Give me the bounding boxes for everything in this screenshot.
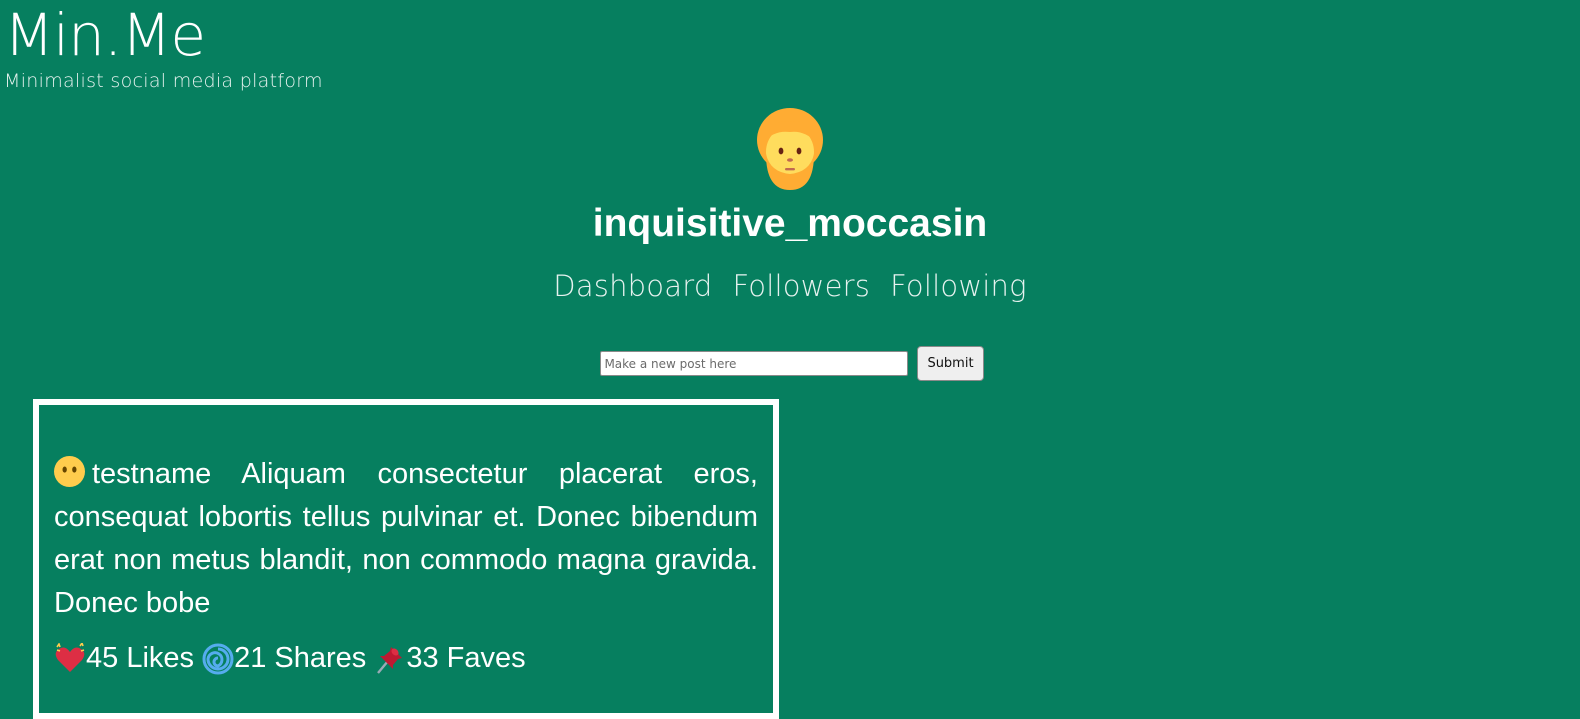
brand-header: Min.Me Minimalist social media platform [4, 0, 323, 91]
post-card: testname Aliquam consectetur placerat er… [33, 399, 779, 719]
new-post-input[interactable] [600, 351, 909, 376]
face-without-mouth-icon [54, 456, 85, 487]
pushpin-icon [377, 646, 403, 674]
submit-button[interactable]: Submit [917, 346, 984, 381]
profile-username: inquisitive_moccasin [592, 202, 988, 245]
faves-count: 33 Faves [406, 642, 526, 674]
likes-count: 45 Likes [86, 642, 195, 674]
post-text: testname Aliquam consectetur placerat er… [54, 453, 758, 625]
bearded-person-icon [757, 108, 823, 190]
shares-stat[interactable]: 21 Shares [202, 637, 366, 680]
nav-followers-link[interactable]: Followers [732, 269, 870, 303]
cyclone-icon [202, 643, 234, 674]
nav-dashboard-link[interactable]: Dashboard [553, 269, 712, 303]
post-stats: 45 Likes 21 Shares 33 Faves [54, 637, 758, 688]
nav-following-link[interactable]: Following [890, 269, 1027, 303]
sparkling-heart-icon [55, 642, 85, 672]
app-title: Min.Me [4, 1, 206, 69]
profile-nav: Dashboard Followers Following [0, 269, 1580, 303]
new-post-form: Submit [0, 346, 1580, 381]
likes-stat[interactable]: 45 Likes [54, 637, 194, 680]
post-author[interactable]: testname [92, 458, 211, 490]
app-subtitle: Minimalist social media platform [4, 70, 323, 92]
faves-stat[interactable]: 33 Faves [374, 637, 526, 680]
profile-section: inquisitive_moccasin Dashboard Followers… [0, 108, 1580, 303]
shares-count: 21 Shares [234, 642, 367, 674]
